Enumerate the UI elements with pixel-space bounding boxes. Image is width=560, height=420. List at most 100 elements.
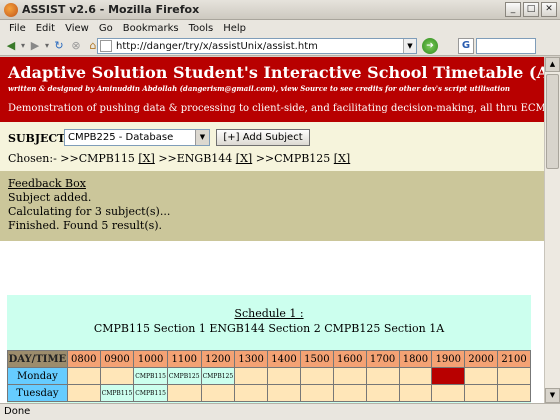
timetable-cell	[365, 384, 400, 402]
timetable-cell	[365, 367, 400, 385]
schedule-panel: Schedule 1 : CMPB115 Section 1 ENGB144 S…	[7, 295, 531, 403]
time-header: 1200	[200, 350, 236, 368]
timetable-cell	[431, 367, 466, 385]
timetable-cell: CMPB115	[133, 367, 168, 385]
timetable-cell: CMPB125	[166, 367, 202, 385]
author-credit: written & designed by Aminuddin Abdollah…	[8, 84, 510, 93]
time-header: 1100	[166, 350, 202, 368]
chosen-subject: >>ENGB144	[158, 152, 233, 165]
schedule-title: Schedule 1 :	[234, 307, 304, 320]
timetable-cell: CMPB115	[99, 384, 135, 402]
menu-go[interactable]: Go	[94, 23, 118, 34]
time-header: 0800	[66, 350, 101, 368]
menu-bookmarks[interactable]: Bookmarks	[118, 23, 184, 34]
search-input[interactable]	[476, 38, 536, 54]
back-icon[interactable]: ◀	[4, 39, 18, 53]
time-header: 1700	[365, 350, 400, 368]
forward-dropdown-icon[interactable]: ▾	[45, 41, 49, 50]
subject-select[interactable]: CMPB225 - Database ▼	[64, 129, 210, 146]
timetable-cell: CMPB125	[200, 367, 236, 385]
scroll-down-icon[interactable]: ▼	[545, 388, 560, 403]
time-header: 1900	[431, 350, 466, 368]
page-title: Adaptive Solution Student's Interactive …	[8, 63, 544, 82]
timetable-cell	[267, 384, 301, 402]
time-header: 1300	[234, 350, 269, 368]
feedback-box: Feedback Box Subject added. Calculating …	[0, 171, 544, 241]
time-header: 2100	[497, 350, 531, 368]
timetable-cell	[464, 367, 499, 385]
time-header: 2000	[464, 350, 499, 368]
stop-icon[interactable]: ⊗	[69, 39, 83, 53]
chosen-subjects: Chosen:- >>CMPB115 [X] >>ENGB144 [X] >>C…	[8, 152, 350, 165]
back-dropdown-icon[interactable]: ▾	[21, 41, 25, 50]
page-viewport: Adaptive Solution Student's Interactive …	[0, 57, 544, 403]
day-label: Monday	[7, 367, 68, 385]
scroll-up-icon[interactable]: ▲	[545, 57, 560, 72]
url-text[interactable]: http://danger/try/x/assistUnix/assist.ht…	[116, 41, 403, 52]
go-button[interactable]: ➔	[422, 38, 438, 54]
timetable-cell	[332, 384, 367, 402]
timetable-row: Monday CMPB115 CMPB125 CMPB125	[7, 367, 531, 385]
time-header: 1400	[267, 350, 301, 368]
timetable-cell	[234, 367, 269, 385]
day-label: Tuesday	[7, 384, 68, 402]
timetable-cell	[200, 384, 236, 402]
timetable-cell	[398, 367, 433, 385]
navigation-toolbar: ◀ ▾ ▶ ▾ ↻ ⊗ ⌂ http://danger/try/x/assist…	[0, 36, 560, 56]
remove-subject-link[interactable]: [X]	[138, 152, 154, 165]
page-icon	[100, 40, 112, 52]
time-header: 1600	[332, 350, 367, 368]
reload-icon[interactable]: ↻	[52, 39, 66, 53]
timetable-cell	[267, 367, 301, 385]
menu-view[interactable]: View	[60, 23, 94, 34]
time-header: 1800	[398, 350, 433, 368]
menu-edit[interactable]: Edit	[31, 23, 60, 34]
time-header: 1000	[133, 350, 168, 368]
maximize-button[interactable]: □	[523, 2, 539, 17]
feedback-line: Subject added.	[8, 191, 92, 204]
minimize-button[interactable]: _	[505, 2, 521, 17]
timetable-cell	[299, 384, 334, 402]
schedule-sections: CMPB115 Section 1 ENGB144 Section 2 CMPB…	[93, 322, 445, 335]
page-description: Demonstration of pushing data & processi…	[8, 103, 544, 114]
add-subject-button[interactable]: [+] Add Subject	[216, 129, 310, 146]
timetable-cell	[464, 384, 499, 402]
timetable-cell	[398, 384, 433, 402]
window-titlebar: ASSIST v2.6 - Mozilla Firefox _ □ ✕	[0, 0, 560, 20]
feedback-title: Feedback Box	[8, 177, 86, 190]
close-button[interactable]: ✕	[541, 2, 557, 17]
address-bar[interactable]: http://danger/try/x/assistUnix/assist.ht…	[97, 38, 417, 54]
timetable-corner: DAY/TIME	[7, 350, 68, 368]
subject-label: SUBJECT	[8, 132, 66, 145]
chosen-label: Chosen:-	[8, 152, 57, 165]
menu-bar: File Edit View Go Bookmarks Tools Help	[0, 20, 560, 36]
subject-panel: SUBJECT CMPB225 - Database ▼ [+] Add Sub…	[0, 122, 544, 171]
timetable-cell	[332, 367, 367, 385]
timetable-cell: CMPB115	[133, 384, 168, 402]
window-title: ASSIST v2.6 - Mozilla Firefox	[22, 3, 200, 16]
timetable-cell	[497, 384, 531, 402]
search-engine-icon[interactable]: G	[458, 38, 474, 54]
remove-subject-link[interactable]: [X]	[236, 152, 252, 165]
menu-tools[interactable]: Tools	[184, 23, 219, 34]
forward-icon[interactable]: ▶	[28, 39, 42, 53]
feedback-line: Calculating for 3 subject(s)...	[8, 205, 171, 218]
firefox-icon	[4, 2, 18, 17]
subject-selected-value: CMPB225 - Database	[68, 132, 174, 143]
time-header: 0900	[99, 350, 135, 368]
timetable-cell	[497, 367, 531, 385]
feedback-line: Finished. Found 5 result(s).	[8, 219, 163, 232]
header-banner: Adaptive Solution Student's Interactive …	[0, 57, 544, 122]
timetable-cell	[299, 367, 334, 385]
remove-subject-link[interactable]: [X]	[334, 152, 350, 165]
menu-file[interactable]: File	[4, 23, 31, 34]
scroll-thumb[interactable]	[546, 74, 559, 169]
url-dropdown-icon[interactable]: ▼	[403, 39, 416, 53]
chevron-down-icon[interactable]: ▼	[195, 130, 209, 145]
vertical-scrollbar[interactable]: ▲ ▼	[544, 57, 560, 403]
timetable-cell	[166, 384, 202, 402]
timetable-cell	[66, 384, 101, 402]
timetable-cell	[99, 367, 135, 385]
timetable-cell	[234, 384, 269, 402]
menu-help[interactable]: Help	[218, 23, 251, 34]
